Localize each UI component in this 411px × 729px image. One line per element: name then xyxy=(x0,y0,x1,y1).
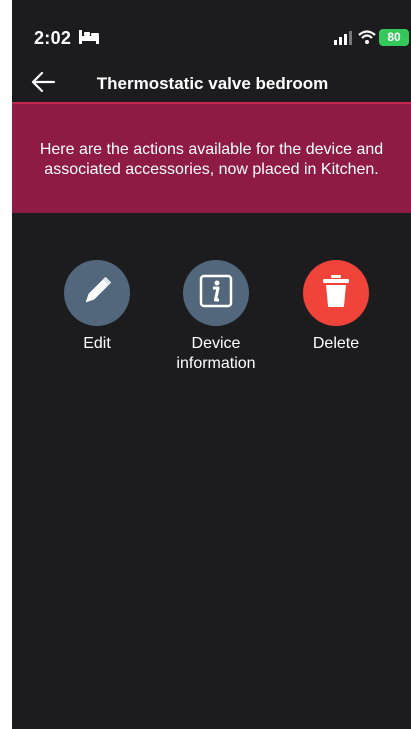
device-information-button[interactable] xyxy=(183,260,249,326)
edit-button[interactable] xyxy=(64,260,130,326)
banner-text: Here are the actions available for the d… xyxy=(39,141,384,178)
back-button[interactable] xyxy=(30,70,60,100)
bed-icon xyxy=(78,30,100,49)
battery-level: 80 xyxy=(387,30,401,44)
delete-label: Delete xyxy=(312,335,360,352)
status-time: 2:02 xyxy=(34,28,72,48)
app-screen: 2:02 80 Thermostatic valve bedroom Here … xyxy=(12,0,411,729)
info-icon xyxy=(199,274,233,313)
pencil-icon xyxy=(79,273,115,314)
actions-row: Edit Device information Delete xyxy=(12,260,411,390)
battery-icon: 80 xyxy=(379,29,409,46)
trash-icon xyxy=(321,274,351,313)
delete-action[interactable]: Delete xyxy=(286,260,386,354)
page-title: Thermostatic valve bedroom xyxy=(96,74,329,93)
device-information-action[interactable]: Device information xyxy=(166,260,266,374)
nav-bar: Thermostatic valve bedroom xyxy=(12,70,411,102)
back-arrow-icon xyxy=(30,71,56,98)
signal-icon xyxy=(334,31,354,50)
wifi-icon xyxy=(358,30,376,49)
delete-button[interactable] xyxy=(303,260,369,326)
device-information-label: Device information xyxy=(176,335,256,372)
edit-action[interactable]: Edit xyxy=(47,260,147,354)
edit-label: Edit xyxy=(83,335,111,352)
status-bar: 2:02 80 xyxy=(12,0,411,70)
info-banner: Here are the actions available for the d… xyxy=(12,102,411,213)
